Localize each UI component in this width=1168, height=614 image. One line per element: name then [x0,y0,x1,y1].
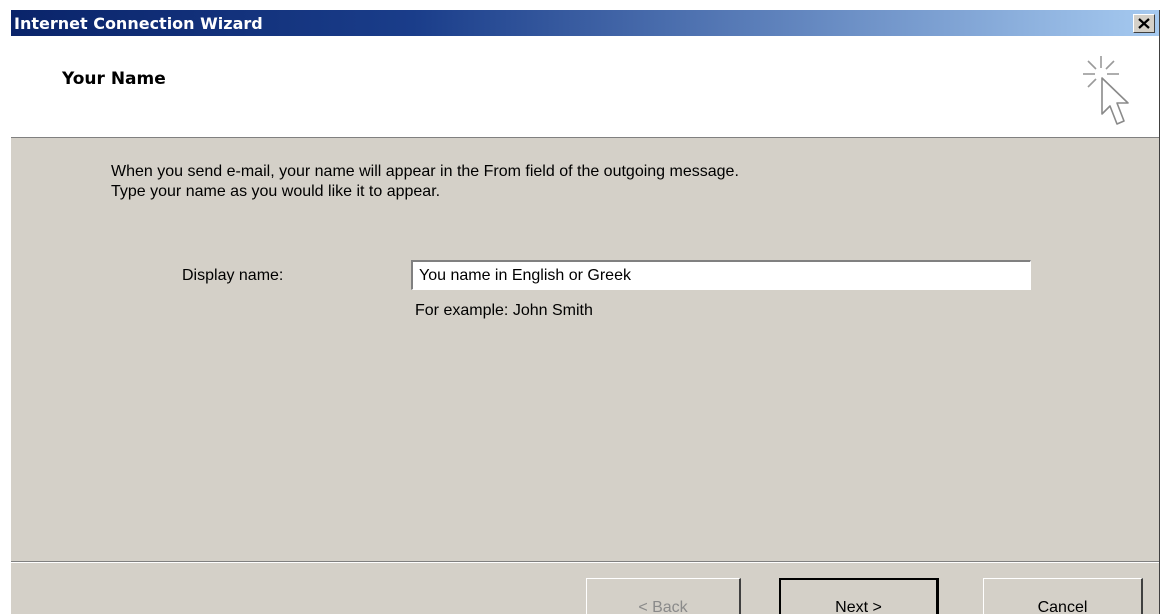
display-name-example: For example: John Smith [415,302,593,319]
wizard-cursor-sparkle-icon [1083,56,1129,125]
window-title: Internet Connection Wizard [14,14,263,33]
back-button[interactable]: < Back [586,578,741,614]
instruction-text: When you send e-mail, your name will app… [111,162,1111,202]
next-button[interactable]: Next > [779,578,939,614]
wizard-header: Your Name [11,36,1159,138]
display-name-input[interactable] [411,260,1031,290]
title-bar[interactable]: Internet Connection Wizard [11,10,1159,36]
close-icon [1138,18,1150,29]
button-separator [11,561,1159,563]
instruction-line-1: When you send e-mail, your name will app… [111,163,739,180]
cancel-button[interactable]: Cancel [983,578,1143,614]
close-button[interactable] [1133,14,1155,33]
instruction-line-2: Type your name as you would like it to a… [111,183,441,200]
page-title: Your Name [62,69,166,89]
display-name-label: Display name: [182,267,284,284]
wizard-window: Internet Connection Wizard Your Name Whe… [10,10,1160,614]
